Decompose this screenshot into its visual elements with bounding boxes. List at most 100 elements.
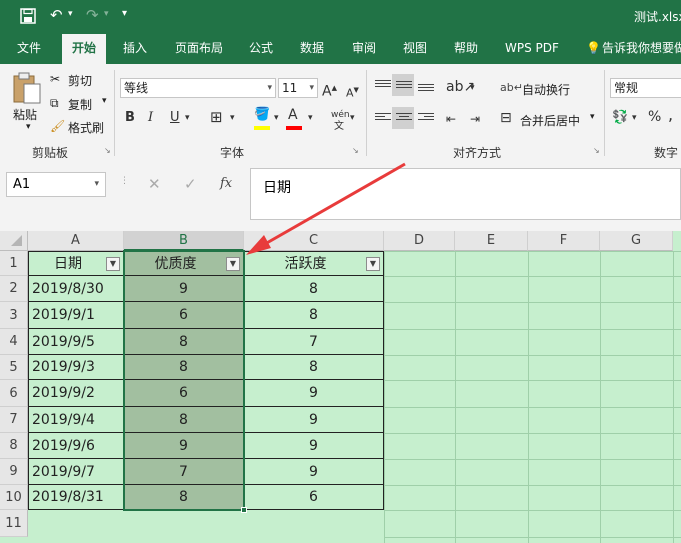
column-header-f[interactable]: F [528, 231, 600, 251]
font-color-dropdown-icon[interactable]: ▾ [308, 109, 313, 127]
merge-center-icon[interactable]: ⊟ [500, 109, 512, 127]
column-header-b[interactable]: B [124, 231, 244, 251]
redo-dropdown-icon[interactable]: ▾ [104, 9, 109, 19]
italic-button[interactable]: I [148, 109, 153, 127]
align-left-icon[interactable] [375, 113, 391, 125]
tab-review[interactable]: 审阅 [352, 34, 376, 64]
align-right-icon[interactable] [418, 113, 434, 125]
table-cell[interactable]: 2019/9/6 [28, 433, 124, 459]
table-cell[interactable]: 2019/9/4 [28, 407, 124, 433]
table-cell[interactable]: 2019/8/31 [28, 485, 124, 510]
tab-data[interactable]: 数据 [300, 34, 324, 64]
number-format-combo[interactable]: 常规 [610, 78, 681, 98]
table-cell[interactable]: 8 [244, 302, 384, 329]
row-header-9[interactable]: 9 [0, 459, 28, 485]
table-cell[interactable]: 2019/9/3 [28, 355, 124, 380]
tab-wps-pdf[interactable]: WPS PDF [505, 34, 559, 64]
save-icon[interactable] [20, 8, 36, 24]
row-header-11[interactable]: 11 [0, 510, 28, 537]
font-name-combo[interactable]: 等线 ▾ [120, 78, 276, 98]
clipboard-launcher-icon[interactable]: ↘ [104, 146, 111, 155]
phonetic-dropdown-icon[interactable]: ▾ [350, 109, 355, 127]
format-painter-icon[interactable]: 🖌 [50, 119, 65, 133]
tab-formulas[interactable]: 公式 [249, 34, 273, 64]
wrap-text-button[interactable]: 自动换行 [522, 81, 570, 98]
name-box[interactable]: A1 ▾ [6, 172, 106, 197]
column-header-a[interactable]: A [28, 231, 124, 251]
tell-me-search[interactable]: 告诉我你想要做 [602, 34, 681, 64]
merge-dropdown-icon[interactable]: ▾ [590, 112, 595, 122]
table-cell[interactable]: 8 [244, 276, 384, 302]
column-header-e[interactable]: E [455, 231, 528, 251]
table-cell[interactable]: 7 [244, 329, 384, 355]
row-header-6[interactable]: 6 [0, 380, 28, 407]
paste-icon[interactable] [12, 72, 42, 104]
table-cell[interactable]: 9 [244, 459, 384, 485]
align-top-icon[interactable] [375, 80, 391, 92]
comma-style-button[interactable]: , [668, 106, 673, 124]
cut-button[interactable]: 剪切 [68, 72, 92, 89]
alignment-launcher-icon[interactable]: ↘ [593, 146, 600, 155]
fill-color-icon[interactable]: 🪣 [254, 106, 270, 124]
row-header-10[interactable]: 10 [0, 485, 28, 510]
tab-insert[interactable]: 插入 [123, 34, 147, 64]
font-color-button[interactable]: A [288, 106, 298, 124]
paste-button[interactable]: 粘贴 [13, 106, 37, 123]
increase-indent-icon[interactable]: ⇥ [470, 110, 480, 128]
row-header-1[interactable]: 1 [0, 251, 28, 276]
cancel-icon[interactable]: ✕ [148, 175, 161, 193]
filter-dropdown-icon[interactable]: ▼ [106, 257, 120, 271]
tab-page-layout[interactable]: 页面布局 [175, 34, 223, 64]
scissors-icon[interactable]: ✂ [50, 72, 60, 86]
fill-color-dropdown-icon[interactable]: ▾ [274, 109, 279, 127]
select-all-corner[interactable] [0, 231, 28, 251]
increase-font-size-button[interactable]: A▲ [322, 79, 337, 101]
row-header-2[interactable]: 2 [0, 276, 28, 302]
copy-button[interactable]: 复制 [68, 96, 92, 113]
undo-dropdown-icon[interactable]: ▾ [68, 9, 73, 19]
decrease-font-size-button[interactable]: A▼ [346, 81, 359, 103]
merge-center-button[interactable]: 合并后居中 [520, 112, 580, 129]
column-header-g[interactable]: G [600, 231, 673, 251]
accounting-dropdown-icon[interactable]: ▾ [632, 109, 637, 127]
underline-button[interactable]: U [170, 109, 180, 127]
row-header-3[interactable]: 3 [0, 302, 28, 329]
table-cell[interactable]: 8 [244, 355, 384, 380]
orientation-dropdown-icon[interactable]: ▾ [470, 79, 475, 97]
fill-handle[interactable] [241, 507, 247, 513]
table-cell[interactable]: 2019/9/1 [28, 302, 124, 329]
font-launcher-icon[interactable]: ↘ [352, 146, 359, 155]
align-middle-icon[interactable] [396, 81, 412, 93]
accounting-format-icon[interactable]: 💱 [612, 109, 628, 127]
format-painter-button[interactable]: 格式刷 [68, 119, 104, 136]
copy-icon[interactable]: ⧉ [50, 96, 59, 111]
row-header-7[interactable]: 7 [0, 407, 28, 433]
row-header-8[interactable]: 8 [0, 433, 28, 459]
table-cell[interactable]: 2019/8/30 [28, 276, 124, 302]
borders-dropdown-icon[interactable]: ▾ [230, 109, 235, 127]
paste-dropdown-icon[interactable]: ▾ [26, 122, 31, 132]
undo-icon[interactable]: ↶ [50, 6, 63, 24]
tab-file[interactable]: 文件 [17, 34, 41, 64]
enter-icon[interactable]: ✓ [184, 175, 197, 193]
decrease-indent-icon[interactable]: ⇤ [446, 110, 456, 128]
tab-help[interactable]: 帮助 [454, 34, 478, 64]
lightbulb-icon[interactable]: 💡 [586, 34, 601, 64]
row-header-5[interactable]: 5 [0, 355, 28, 380]
customize-toolbar-icon[interactable]: ▾ [122, 8, 127, 19]
copy-dropdown-icon[interactable]: ▾ [102, 96, 107, 106]
font-size-combo[interactable]: 11 ▾ [278, 78, 318, 98]
tab-view[interactable]: 视图 [403, 34, 427, 64]
align-bottom-icon[interactable] [418, 84, 434, 96]
table-cell[interactable]: 2019/9/7 [28, 459, 124, 485]
percent-style-button[interactable]: % [648, 108, 661, 126]
underline-dropdown-icon[interactable]: ▾ [185, 109, 190, 127]
borders-icon[interactable]: ⊞ [210, 108, 223, 126]
table-cell[interactable]: 2019/9/2 [28, 380, 124, 407]
table-cell[interactable]: 6 [244, 485, 384, 510]
insert-function-button[interactable]: fx [220, 176, 232, 191]
align-center-icon[interactable] [396, 113, 412, 125]
row-header-4[interactable]: 4 [0, 329, 28, 355]
wrap-text-icon[interactable]: ab↵ [500, 81, 523, 94]
bold-button[interactable]: B [125, 109, 135, 127]
